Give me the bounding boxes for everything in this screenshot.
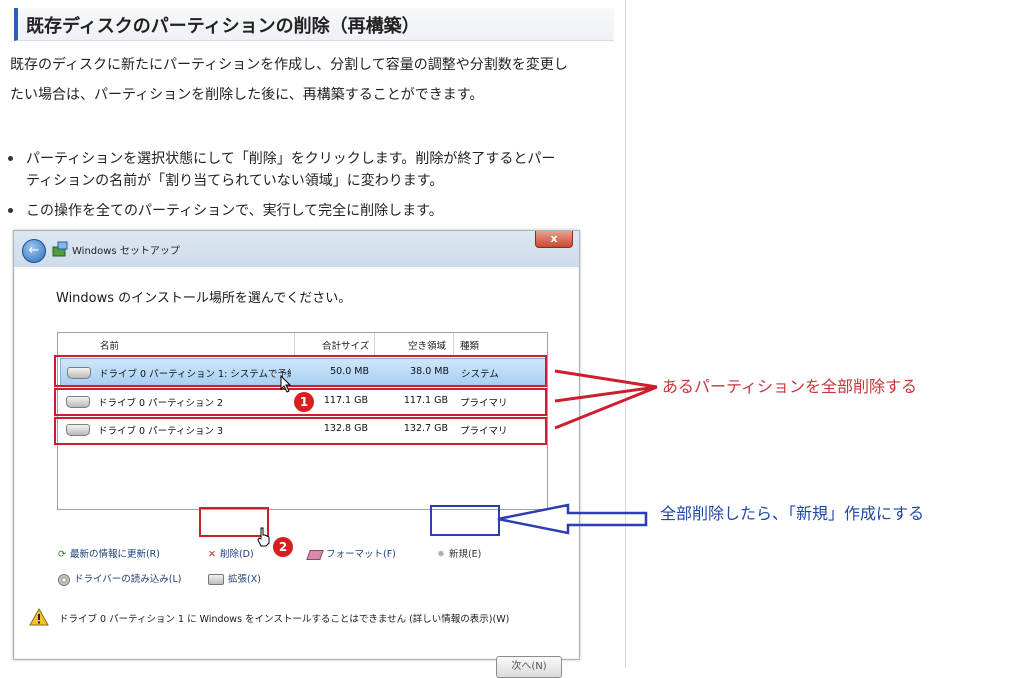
back-arrow-icon[interactable]: ← (22, 239, 46, 263)
col-total[interactable]: 合計サイズ (322, 338, 369, 352)
dialog-heading: Windows のインストール場所を選んでください。 (56, 291, 352, 306)
warning-icon (29, 608, 49, 626)
dialog-titlebar: ← Windows セットアップ x (14, 231, 579, 267)
section-title: 既存ディスクのパーティションの削除（再構築） (14, 8, 614, 41)
blue-pointer-arrow (497, 503, 648, 535)
red-pointer-arrows (554, 369, 658, 430)
bullet-dot (8, 156, 13, 161)
col-free[interactable]: 空き領域 (408, 338, 446, 352)
extend-button[interactable]: 拡張(X) (208, 571, 261, 585)
close-button[interactable]: x (535, 231, 573, 248)
highlight-box-partition-3 (54, 417, 547, 445)
format-label: フォーマット(F) (326, 549, 396, 560)
delete-button[interactable]: ✕ 削除(D) (208, 546, 254, 560)
annotation-delete-all: あるパーティションを全部削除する (662, 377, 918, 396)
section-title-text: 既存ディスクのパーティションの削除（再構築） (26, 16, 420, 37)
intro-line-1: 既存のディスクに新たにパーティションを作成し、分割して容量の調整や分割数を変更し (10, 57, 568, 73)
disc-icon (58, 573, 70, 586)
col-name[interactable]: 名前 (100, 338, 119, 352)
dialog-title: Windows セットアップ (72, 246, 180, 257)
bullet-dot (8, 208, 13, 213)
extend-label: 拡張(X) (228, 574, 261, 585)
new-button[interactable]: ✸ 新規(E) (437, 546, 481, 560)
load-driver-label: ドライバーの読み込み(L) (74, 574, 182, 585)
sparkle-icon: ✸ (437, 549, 445, 560)
refresh-button[interactable]: ⟳ 最新の情報に更新(R) (58, 546, 160, 560)
delete-label: 削除(D) (219, 549, 254, 560)
bullet-item: この操作を全てのパーティションで、実行して完全に削除します。 (8, 199, 608, 224)
bullet-line: ティションの名前が「割り当てられていない領域」に変わります。 (26, 173, 444, 189)
intro-line-2: たい場合は、パーティションを削除した後に、再構築することができます。 (10, 87, 484, 103)
refresh-icon: ⟳ (58, 549, 66, 560)
highlight-box-partition-1 (54, 355, 547, 387)
warning-link[interactable]: ドライブ 0 パーティション 1 に Windows をインストールすることはで… (59, 611, 509, 625)
load-driver-button[interactable]: ドライバーの読み込み(L) (58, 571, 182, 586)
delete-x-icon: ✕ (208, 549, 216, 560)
col-type[interactable]: 種類 (460, 338, 479, 352)
cursor-arrow-icon (280, 375, 292, 393)
extend-drive-icon (208, 574, 224, 585)
step-marker-1: 1 (294, 392, 314, 412)
annotation-create-new: 全部削除したら、「新規」作成にする (660, 504, 925, 523)
column-divider (453, 333, 454, 355)
eraser-icon (306, 549, 324, 560)
format-button[interactable]: フォーマット(F) (306, 546, 396, 560)
refresh-label: 最新の情報に更新(R) (69, 549, 160, 560)
bullet-item: パーティションを選択状態にして「削除」をクリックします。削除が終了するとパー テ… (8, 147, 608, 197)
windows-setup-dialog: ← Windows セットアップ x Windows のインストール場所を選んで… (13, 230, 580, 678)
highlight-box-new (430, 505, 500, 536)
dialog-body: Windows のインストール場所を選んでください。 名前 合計サイズ 空き領域… (15, 267, 578, 678)
next-button[interactable]: 次へ(N) (496, 656, 562, 678)
column-divider (294, 333, 295, 355)
hand-cursor-icon (257, 527, 270, 547)
step-marker-2: 2 (273, 537, 293, 557)
table-header: 名前 合計サイズ 空き領域 種類 (58, 333, 547, 356)
setup-icon (52, 241, 68, 257)
column-divider (374, 333, 375, 355)
new-label: 新規(E) (448, 549, 482, 560)
bullet-line: この操作を全てのパーティションで、実行して完全に削除します。 (26, 203, 443, 219)
